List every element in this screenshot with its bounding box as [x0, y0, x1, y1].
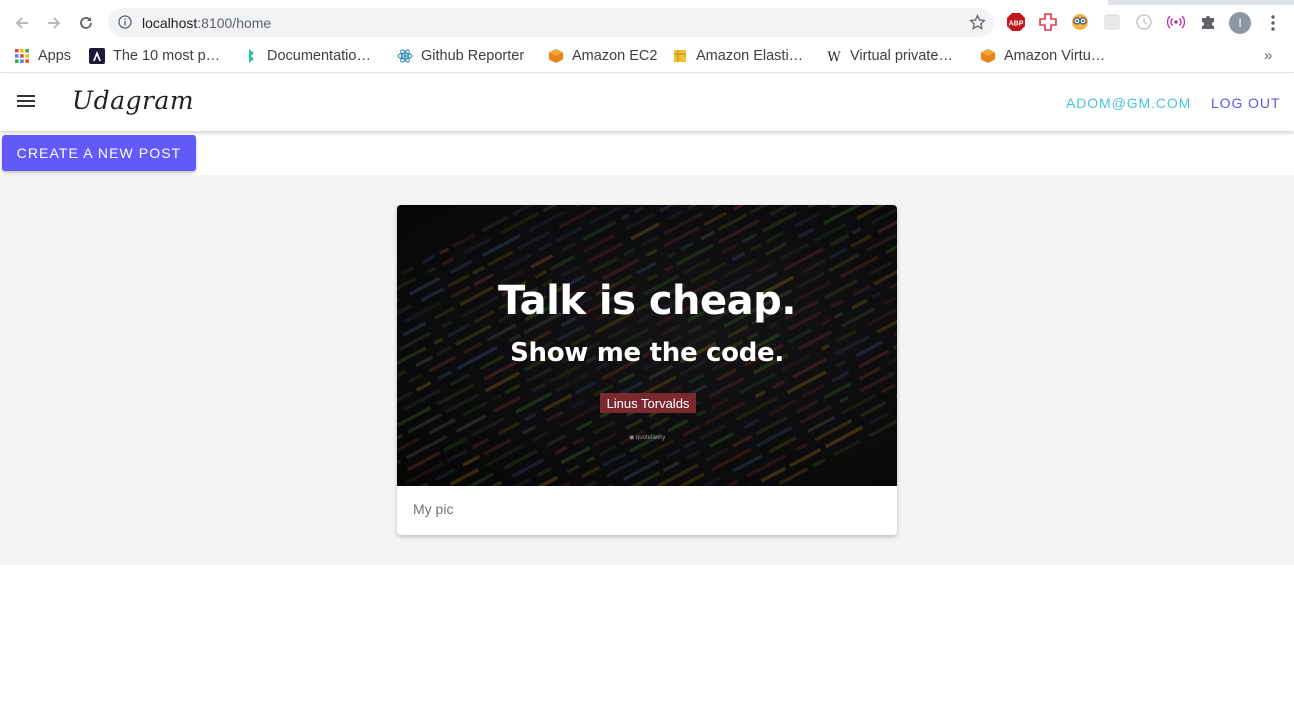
menu-icon[interactable]: [17, 93, 39, 111]
apps-grid-icon: [14, 48, 30, 64]
bookmark-item[interactable]: The 10 most p…: [89, 47, 220, 65]
app-header: Udagram ADOM@GM.COM LOG OUT: [0, 74, 1294, 131]
wikipedia-icon: W: [826, 48, 842, 64]
arrow-left-icon: [15, 17, 28, 29]
svg-text:W: W: [827, 50, 841, 64]
url-host: localhost: [142, 15, 198, 31]
post-card[interactable]: Talk is cheap. Show me the code. Linus T…: [397, 205, 897, 535]
reload-button[interactable]: [75, 12, 97, 34]
puzzle-icon[interactable]: [1199, 13, 1217, 31]
forward-button[interactable]: [43, 12, 65, 34]
blank-extension-icon[interactable]: [1103, 13, 1121, 31]
cast-icon[interactable]: [1167, 13, 1185, 31]
logout-button[interactable]: LOG OUT: [1211, 95, 1280, 111]
arrow-right-icon: [48, 17, 61, 29]
react-icon: [397, 48, 413, 64]
browser-toolbar: localhost:8100/home ABP I: [0, 5, 1294, 40]
bookmark-label: Amazon EC2: [572, 48, 658, 64]
adblock-icon[interactable]: ABP: [1007, 13, 1025, 31]
bookmark-item[interactable]: Amazon EC2: [548, 47, 657, 65]
user-email-link[interactable]: ADOM@GM.COM: [1066, 95, 1191, 111]
bookmarks-overflow-button[interactable]: »: [1264, 47, 1272, 64]
post-caption: My pic: [413, 501, 454, 517]
quote-line-2: Show me the code.: [510, 338, 784, 368]
quote-author: Linus Torvalds: [600, 393, 696, 413]
bookmarks-bar: Apps The 10 most p… Documentatio… Github…: [0, 40, 1294, 73]
profile-avatar[interactable]: I: [1229, 12, 1251, 34]
bookmark-item[interactable]: W Virtual private…: [826, 47, 953, 65]
post-image[interactable]: Talk is cheap. Show me the code. Linus T…: [397, 205, 897, 486]
leaf-icon: [243, 48, 259, 64]
angular-icon: [89, 48, 105, 64]
address-bar[interactable]: localhost:8100/home: [108, 8, 994, 37]
quote-line-1: Talk is cheap.: [498, 278, 796, 324]
bookmark-label: The 10 most p…: [113, 48, 221, 64]
aws-cube-icon: [548, 48, 564, 64]
brand-logo[interactable]: Udagram: [72, 86, 194, 115]
owl-icon[interactable]: [1071, 13, 1089, 31]
url-text[interactable]: localhost:8100/home: [142, 15, 271, 31]
image-watermark: ◉ quotefancy: [629, 435, 666, 441]
create-new-post-button[interactable]: CREATE A NEW POST: [2, 135, 196, 171]
info-icon[interactable]: [118, 15, 132, 29]
timer-icon[interactable]: [1135, 13, 1153, 31]
bookmark-label: Documentatio…: [267, 48, 371, 64]
bookmark-item[interactable]: Amazon Elasti…: [672, 47, 803, 65]
back-button[interactable]: [11, 12, 33, 34]
bookmark-label: Amazon Virtu…: [1004, 48, 1106, 64]
reload-icon: [80, 17, 92, 29]
url-path: :8100/home: [197, 15, 272, 31]
bookmark-label: Amazon Elasti…: [696, 48, 804, 64]
bookmark-label: Virtual private…: [850, 48, 953, 64]
star-icon[interactable]: [969, 14, 986, 31]
aws-box-icon: [672, 48, 688, 64]
first-aid-icon[interactable]: [1039, 13, 1057, 31]
bookmark-item[interactable]: Amazon Virtu…: [980, 47, 1105, 65]
bookmark-apps[interactable]: Apps: [14, 47, 71, 65]
bookmark-label: Apps: [38, 48, 72, 64]
bookmark-label: Github Reporter: [421, 48, 525, 64]
svg-text:ABP: ABP: [1009, 21, 1024, 28]
more-vert-icon[interactable]: [1264, 13, 1282, 33]
bookmark-item[interactable]: Documentatio…: [243, 47, 371, 65]
aws-cube-icon: [980, 48, 996, 64]
bookmark-item[interactable]: Github Reporter: [397, 47, 524, 65]
feed-area: Talk is cheap. Show me the code. Linus T…: [0, 175, 1294, 565]
